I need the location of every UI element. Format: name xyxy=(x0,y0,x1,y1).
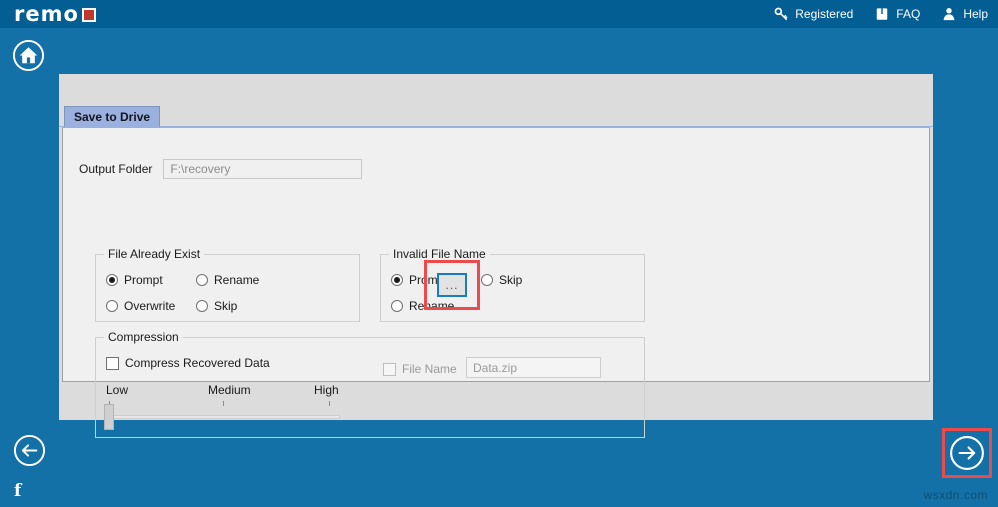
file-already-exist-group: File Already Exist Prompt Rename Overwri… xyxy=(95,247,360,322)
tab-page-save-to-drive: Output Folder F:\recovery File Already E… xyxy=(62,127,930,438)
radio-exist-rename[interactable]: Rename xyxy=(196,273,259,287)
arrow-left-circle-icon xyxy=(13,434,46,471)
brand-logo[interactable]: remo xyxy=(14,3,96,25)
checkbox-indicator xyxy=(383,362,396,376)
nav-item-registered[interactable]: Registered xyxy=(774,7,853,21)
radio-exist-overwrite[interactable]: Overwrite xyxy=(106,299,175,313)
radio-exist-rename-label: Rename xyxy=(214,273,260,287)
checkbox-file-name-label: File Name xyxy=(402,362,457,376)
radio-exist-overwrite-label: Overwrite xyxy=(124,299,176,313)
tab-strip: Save to Drive xyxy=(59,106,933,127)
checkbox-file-name[interactable]: File Name xyxy=(383,362,457,376)
facebook-icon[interactable]: f xyxy=(14,481,21,501)
output-folder-row: Output Folder F:\recovery xyxy=(79,159,363,179)
radio-indicator xyxy=(391,274,403,286)
invalid-file-name-group: Invalid File Name Prompt Skip Rename xyxy=(380,247,645,322)
radio-indicator xyxy=(106,300,118,312)
compression-group: Compression Compress Recovered Data Low … xyxy=(95,330,645,438)
browse-button-label: ... xyxy=(445,278,459,292)
tab-save-to-drive-label: Save to Drive xyxy=(74,110,151,124)
back-button[interactable] xyxy=(13,434,46,467)
tab-save-to-drive[interactable]: Save to Drive xyxy=(64,106,161,127)
nav-item-faq[interactable]: FAQ xyxy=(875,7,920,21)
radio-exist-skip-label: Skip xyxy=(214,299,238,313)
top-bar: remo Registered FAQ Help xyxy=(0,0,998,28)
radio-indicator xyxy=(196,274,208,286)
next-button[interactable] xyxy=(949,435,985,471)
compression-slider-ticks xyxy=(106,401,356,407)
person-icon xyxy=(942,7,956,21)
slider-tick-medium xyxy=(223,401,224,406)
compression-file-name-input[interactable]: Data.zip xyxy=(466,357,601,378)
home-icon xyxy=(12,39,45,76)
facebook-label: f xyxy=(14,481,22,501)
brand-square-icon xyxy=(81,8,96,22)
file-already-exist-title: File Already Exist xyxy=(104,247,205,261)
slider-label-low: Low xyxy=(106,383,129,397)
book-icon xyxy=(875,7,889,21)
checkbox-indicator xyxy=(106,356,119,370)
compression-slider-labels: Low Medium High xyxy=(106,383,356,399)
radio-indicator xyxy=(391,300,403,312)
compression-title: Compression xyxy=(104,330,183,344)
output-folder-label: Output Folder xyxy=(79,162,153,176)
radio-indicator xyxy=(106,274,118,286)
compression-slider-thumb[interactable] xyxy=(104,404,114,430)
arrow-right-circle-icon xyxy=(949,436,985,475)
compression-slider-track[interactable] xyxy=(108,415,340,419)
nav-item-help[interactable]: Help xyxy=(942,7,988,21)
main-panel: Save to Drive Output Folder F:\recovery … xyxy=(59,74,933,438)
checkbox-compress-recovered-data[interactable]: Compress Recovered Data xyxy=(106,356,270,370)
browse-button[interactable]: ... xyxy=(437,273,467,297)
watermark: wsxdn.com xyxy=(923,488,988,502)
radio-indicator xyxy=(481,274,493,286)
output-folder-input[interactable]: F:\recovery xyxy=(163,159,363,179)
brand-name: remo xyxy=(14,1,79,26)
radio-exist-skip[interactable]: Skip xyxy=(196,299,237,313)
application-window: remo Registered FAQ Help Save to Drive O… xyxy=(0,0,998,507)
radio-invalid-skip-label: Skip xyxy=(499,273,523,287)
radio-exist-prompt[interactable]: Prompt xyxy=(106,273,163,287)
radio-exist-prompt-label: Prompt xyxy=(124,273,163,287)
radio-invalid-skip[interactable]: Skip xyxy=(481,273,522,287)
nav-item-faq-label: FAQ xyxy=(896,7,921,21)
home-button[interactable] xyxy=(12,39,45,72)
key-icon xyxy=(774,7,788,21)
invalid-file-name-title: Invalid File Name xyxy=(389,247,490,261)
top-navigation: Registered FAQ Help xyxy=(774,0,988,28)
checkbox-compress-recovered-data-label: Compress Recovered Data xyxy=(125,356,270,370)
nav-item-registered-label: Registered xyxy=(795,7,854,21)
slider-label-high: High xyxy=(314,383,339,397)
slider-tick-high xyxy=(329,401,330,406)
radio-indicator xyxy=(196,300,208,312)
slider-label-medium: Medium xyxy=(208,383,251,397)
nav-item-help-label: Help xyxy=(963,7,988,21)
